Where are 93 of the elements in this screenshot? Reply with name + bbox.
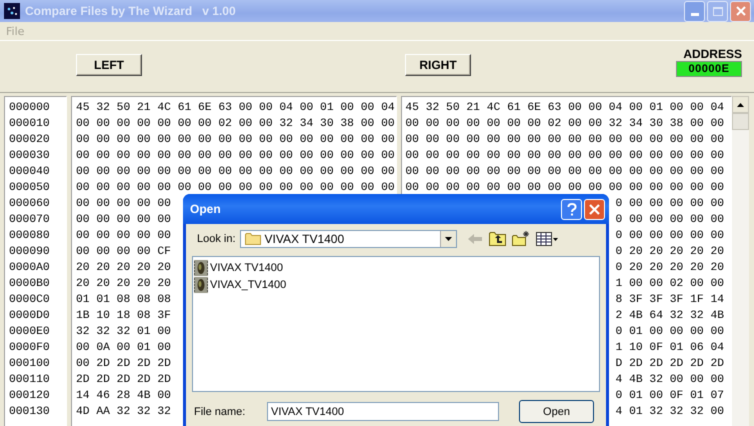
address-text: 000040 <box>9 165 50 180</box>
hex-text: 1 10 0F 01 06 04 <box>616 341 724 356</box>
hex-text: 0 01 00 0F 01 07 <box>616 389 724 404</box>
address-text: 000090 <box>9 245 50 260</box>
hex-text: 4 01 32 32 32 00 <box>616 405 724 420</box>
hex-text: 0 20 20 20 20 20 <box>616 261 724 276</box>
app-icon <box>4 3 20 19</box>
scrollbar[interactable] <box>732 96 749 426</box>
address-text: 000080 <box>9 229 50 244</box>
address-text: 000120 <box>9 389 50 404</box>
close-button[interactable] <box>730 0 751 22</box>
open-button[interactable]: Open <box>519 400 594 423</box>
hex-text: 00 00 00 00 00 00 00 00 00 00 00 00 00 00 00 00 <box>76 165 395 180</box>
address-text: 0000A0 <box>9 261 50 276</box>
right-button[interactable]: RIGHT <box>405 54 471 76</box>
scroll-up-button[interactable] <box>732 96 749 113</box>
hex-text: 0 01 00 00 00 00 <box>616 325 724 340</box>
scroll-thumb[interactable] <box>732 113 749 130</box>
hex-text: 00 00 00 00 00 00 00 02 00 00 32 34 30 38 00 00 <box>405 117 724 132</box>
hex-text: 00 2D 2D 2D 2D <box>76 357 171 372</box>
up-folder-icon[interactable] <box>488 231 506 246</box>
film-icon <box>194 260 208 276</box>
address-text: 0000B0 <box>9 277 50 292</box>
dropdown-arrow-icon <box>444 236 452 240</box>
file-name-field[interactable]: VIVAX TV1400 <box>267 402 499 421</box>
address-text: 000130 <box>9 405 50 420</box>
hex-text: 00 00 00 00 00 00 00 02 00 00 32 34 30 38 00 00 <box>76 117 395 132</box>
hex-text: 45 32 50 21 4C 61 6E 63 00 00 04 00 01 00 00 04 <box>76 101 395 116</box>
file-name-label: File name: <box>194 406 246 418</box>
window-title: Compare Files by The Wizard v 1.00 <box>25 4 237 18</box>
address-value: 00000E <box>676 61 742 77</box>
hex-text: 20 20 20 20 20 <box>76 277 171 292</box>
hex-text: 00 00 00 00 00 <box>76 197 171 212</box>
hex-text: 0 00 00 00 00 00 <box>616 229 724 244</box>
address-text: 000030 <box>9 149 50 164</box>
hex-text: 00 00 00 00 00 <box>76 229 171 244</box>
address-text: 000020 <box>9 133 50 148</box>
help-icon <box>566 202 576 216</box>
address-text: 000070 <box>9 213 50 228</box>
hex-text: 0 00 00 00 00 00 <box>616 213 724 228</box>
look-in-label: Look in: <box>197 232 236 244</box>
address-text: 000100 <box>9 357 50 372</box>
film-icon <box>194 276 208 292</box>
close-icon <box>736 6 746 16</box>
hex-text: 00 00 00 00 00 00 00 00 00 00 00 00 00 00 00 00 <box>405 149 724 164</box>
hex-text: 00 00 00 00 00 00 00 00 00 00 00 00 00 00 00 00 <box>76 181 395 196</box>
folder-icon <box>244 232 261 245</box>
hex-text: 00 00 00 00 00 00 00 00 00 00 00 00 00 00 00 00 <box>405 133 724 148</box>
hex-text: 2 4B 64 32 32 4B <box>616 309 724 324</box>
minimize-icon <box>690 12 698 16</box>
maximize-icon <box>712 6 722 16</box>
address-text: 000060 <box>9 197 50 212</box>
hex-text: 1B 10 18 08 3F <box>76 309 171 324</box>
hex-text: 0 00 00 00 00 00 <box>616 197 724 212</box>
address-text: 0000C0 <box>9 293 50 308</box>
hex-text: 0 20 20 20 20 20 <box>616 245 724 260</box>
address-text: 000110 <box>9 373 50 388</box>
hex-text: 45 32 50 21 4C 61 6E 63 00 00 04 00 01 00 00 04 <box>405 101 724 116</box>
up-arrow-icon <box>737 102 744 106</box>
address-label: ADDRESS <box>683 47 742 61</box>
address-text: 000010 <box>9 117 50 132</box>
look-in-dropdown[interactable]: VIVAX TV1400 <box>240 230 457 248</box>
hex-text: D 2D 2D 2D 2D 2D <box>616 357 724 372</box>
hex-text: 2D 2D 2D 2D 2D <box>76 373 171 388</box>
dialog-title: Open <box>190 202 222 216</box>
hex-text: 4D AA 32 32 32 <box>76 405 171 420</box>
help-button[interactable] <box>561 198 582 220</box>
hex-text: 4 4B 32 00 00 00 <box>616 373 724 388</box>
hex-text: 20 20 20 20 20 <box>76 261 171 276</box>
hex-text: 00 00 00 00 00 00 00 00 00 00 00 00 00 00 00 00 <box>405 165 724 180</box>
address-text: 0000D0 <box>9 309 50 324</box>
hex-text: 00 00 00 00 00 <box>76 213 171 228</box>
hex-text: 00 00 00 00 00 00 00 00 00 00 00 00 00 00 00 00 <box>405 181 724 196</box>
minimize-button[interactable] <box>684 0 705 22</box>
address-text: 0000F0 <box>9 341 50 356</box>
left-button[interactable]: LEFT <box>76 54 142 76</box>
hex-text: 00 00 00 00 00 00 00 00 00 00 00 00 00 00 00 00 <box>76 133 395 148</box>
hex-text: 00 00 00 00 00 00 00 00 00 00 00 00 00 00 00 00 <box>76 149 395 164</box>
address-text: 000000 <box>9 101 50 116</box>
address-text: 000050 <box>9 181 50 196</box>
hex-text: 1 00 00 02 00 00 <box>616 277 724 292</box>
hex-text: 8 3F 3F 3F 1F 14 <box>616 293 724 308</box>
hex-text: 00 0A 00 01 00 <box>76 341 171 356</box>
list-entry[interactable]: VIVAX TV1400 <box>194 259 598 276</box>
hex-text: 14 46 28 4B 00 <box>76 389 171 404</box>
view-menu-icon[interactable] <box>536 232 558 246</box>
hex-text: 32 32 32 01 00 <box>76 325 171 340</box>
list-entry[interactable]: VIVAX_TV1400 <box>194 276 598 293</box>
close-icon <box>589 204 600 214</box>
hex-text: 00 00 00 00 CF <box>76 245 171 260</box>
hex-text: 01 01 08 08 08 <box>76 293 171 308</box>
address-text: 0000E0 <box>9 325 50 340</box>
new-folder-icon[interactable] <box>512 231 530 246</box>
